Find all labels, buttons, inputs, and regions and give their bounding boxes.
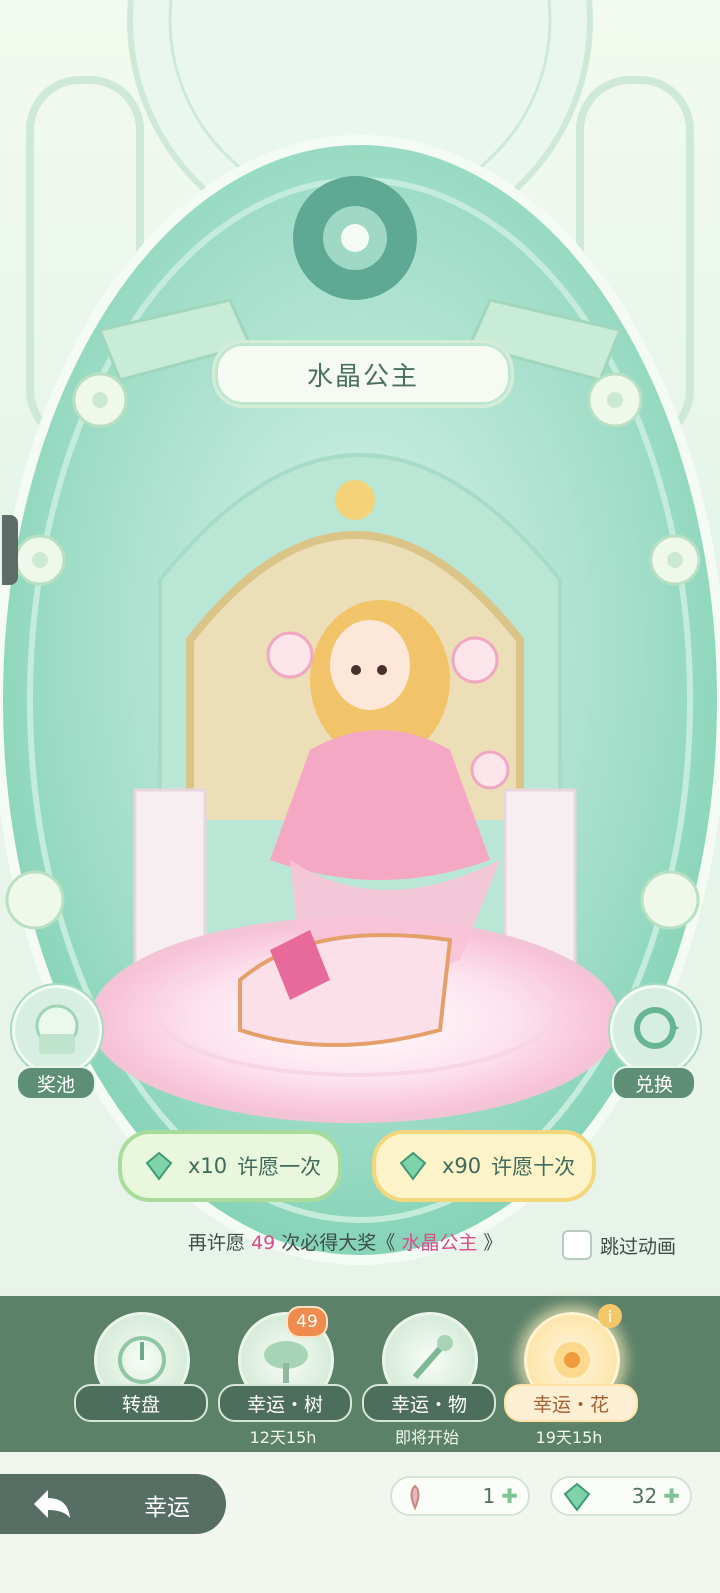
prize-pool-button[interactable] (12, 985, 102, 1075)
tab-wheel-label: 转盘 (74, 1384, 208, 1422)
tab-lucky-flower[interactable]: i 幸运・花 19天15h (504, 1304, 638, 1452)
back-label: 幸运 (144, 1495, 190, 1521)
prize-pool-label[interactable]: 奖池 (16, 1066, 96, 1100)
skip-animation-label: 跳过动画 (600, 1235, 677, 1258)
tab-wheel[interactable]: 转盘 (74, 1312, 208, 1452)
wish-once-button[interactable]: x10 许愿一次 (118, 1130, 342, 1202)
green-gem-icon (145, 1151, 173, 1181)
info-icon[interactable]: i (598, 1304, 622, 1328)
tab-lucky-tree[interactable]: 49 幸运・树 12天15h (218, 1306, 352, 1452)
tab-lucky-item-status: 即将开始 (394, 1428, 459, 1447)
pity-count: 49 (251, 1232, 276, 1254)
banner-title: 水晶公主 (212, 340, 514, 408)
pity-hint-prefix: 再许愿 (188, 1232, 246, 1254)
tab-lucky-tree-label: 幸运・树 (218, 1384, 352, 1422)
pity-hint-suffix: 》 (483, 1232, 503, 1254)
pity-hint: 再许愿 49 次必得大奖《 水晶公主 》 (188, 1228, 502, 1255)
wish-ten-label: 许愿十次 (491, 1155, 576, 1179)
pity-hint-middle: 次必得大奖《 (281, 1232, 396, 1254)
wish-once-label: 许愿一次 (237, 1155, 322, 1179)
tab-lucky-item-label: 幸运・物 (362, 1384, 496, 1422)
gem-currency-value: 32 (631, 1484, 658, 1508)
exchange-label[interactable]: 兑换 (612, 1066, 696, 1100)
back-arrow-icon (34, 1490, 70, 1518)
crystal-princess-character (238, 600, 510, 1047)
tab-lucky-tree-badge: 49 (286, 1306, 328, 1338)
tab-lucky-tree-timer: 12天15h (249, 1428, 317, 1447)
exchange-refresh-icon (634, 1007, 679, 1049)
skip-animation-checkbox[interactable] (562, 1230, 592, 1260)
skip-animation-toggle[interactable]: 跳过动画 (562, 1230, 676, 1260)
add-icon[interactable]: ✚ (663, 1484, 680, 1508)
wish-ten-button[interactable]: x90 许愿十次 (372, 1130, 596, 1202)
flower-token-icon (410, 1484, 420, 1511)
flower-currency-value: 1 (482, 1484, 496, 1508)
tab-lucky-item[interactable]: 幸运・物 即将开始 (362, 1312, 496, 1452)
bottom-bar: 幸运 1 ✚ 32 ✚ (0, 1452, 720, 1593)
event-tab-bar: 转盘 49 幸运・树 12天15h 幸运・物 即将开始 i 幸运・花 19天15… (0, 1290, 720, 1458)
wish-once-cost: x10 (188, 1154, 228, 1178)
gacha-scene: 水晶公主 奖池 兑换 x10 许愿一次 x90 许愿十次 再许愿 49 次必得大… (0, 0, 720, 1300)
flower-currency-counter[interactable]: 1 ✚ (390, 1476, 530, 1516)
green-gem-icon (399, 1151, 427, 1181)
exchange-button[interactable] (610, 985, 700, 1075)
side-drawer-arrow[interactable] (2, 515, 18, 585)
add-icon[interactable]: ✚ (501, 1484, 518, 1508)
pity-prize-name: 水晶公主 (401, 1232, 478, 1254)
flower-basket-icon (35, 1004, 79, 1054)
gem-currency-counter[interactable]: 32 ✚ (550, 1476, 692, 1516)
wish-ten-cost: x90 (442, 1154, 482, 1178)
green-gem-icon (563, 1482, 591, 1512)
back-button[interactable]: 幸运 (0, 1474, 226, 1534)
tab-lucky-flower-label: 幸运・花 (504, 1384, 638, 1422)
tab-lucky-flower-timer: 19天15h (535, 1428, 603, 1447)
